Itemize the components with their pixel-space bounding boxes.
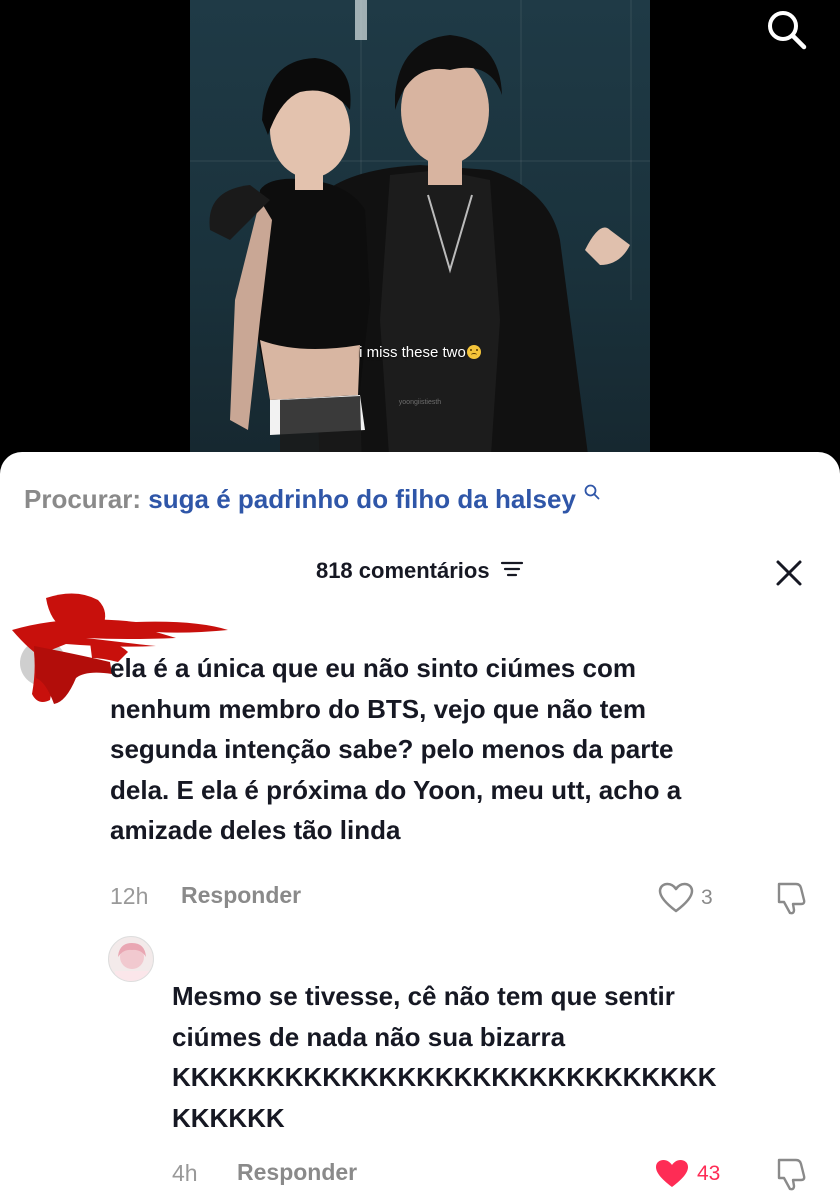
sort-filter-button[interactable] <box>500 559 524 584</box>
video-watermark: yoongiistiesth <box>398 399 442 406</box>
dislike-button[interactable] <box>776 1156 810 1197</box>
search-icon <box>584 484 600 500</box>
comment-line: nenhum membro do BTS, vejo que não tem <box>110 693 646 724</box>
thumbs-down-icon <box>777 1158 806 1191</box>
heart-filled-icon <box>656 1160 688 1187</box>
comment-text: Mesmo se tivesse, cê não tem que sentir … <box>172 976 822 1138</box>
thumbs-down-icon <box>777 882 806 915</box>
avatar[interactable] <box>108 936 154 982</box>
video-player[interactable]: i miss these two yoongiistiesth <box>0 0 840 470</box>
comment-line: Mesmo se tivesse, cê não tem que sentir <box>172 981 675 1011</box>
comment-item: Mesmo se tivesse, cê não tem que sentir … <box>0 932 840 1200</box>
comment-line: segunda intenção sabe? pelo menos da par… <box>110 734 674 764</box>
dislike-button[interactable] <box>776 880 810 921</box>
like-button[interactable] <box>654 1158 690 1195</box>
filter-icon <box>500 561 524 576</box>
comment-line: KKKKKKKKKKKKKKKKKKKKKKKKKKKKK <box>172 1062 717 1092</box>
video-caption: i miss these two <box>190 344 650 361</box>
reply-button[interactable]: Responder <box>237 1159 357 1186</box>
comment-line: KKKKKK <box>172 1102 285 1133</box>
like-button[interactable] <box>658 882 694 919</box>
comment-text: ela é a única que eu não sinto ciúmes co… <box>110 648 830 851</box>
comment-time: 12h <box>110 883 149 909</box>
search-icon-button[interactable] <box>764 8 808 52</box>
search-icon <box>768 11 807 50</box>
video-frame: i miss these two yoongiistiesth <box>190 0 650 470</box>
comment-time: 4h <box>172 1160 198 1186</box>
related-search-link[interactable]: Procurar: suga é padrinho do filho da ha… <box>24 484 600 515</box>
comment-line: amizade deles tão linda <box>110 815 401 845</box>
reply-button[interactable]: Responder <box>181 882 301 909</box>
like-count: 43 <box>697 1162 721 1185</box>
comment-line: ela é a única que eu não sinto ciúmes co… <box>110 653 636 683</box>
comments-count: 818 comentários <box>315 558 490 583</box>
comment-line: ciúmes de nada não sua bizarra <box>172 1021 566 1052</box>
comment-item: ela é a única que eu não sinto ciúmes co… <box>0 582 840 922</box>
like-count: 3 <box>701 886 713 909</box>
comments-sheet: Procurar: suga é padrinho do filho da ha… <box>0 452 840 1200</box>
avatar-image <box>115 943 149 981</box>
comment-line: dela. E ela é próxima do Yoon, meu utt, … <box>110 774 682 805</box>
search-query[interactable]: suga é padrinho do filho da halsey <box>148 484 576 514</box>
worried-face-icon <box>466 345 481 359</box>
search-prefix: Procurar: <box>24 484 142 514</box>
heart-outline-icon <box>658 882 694 913</box>
